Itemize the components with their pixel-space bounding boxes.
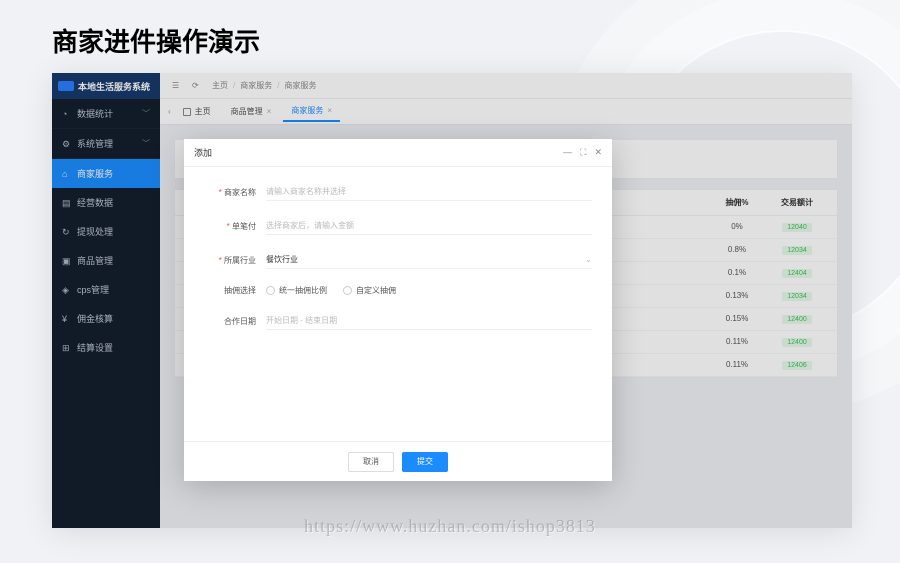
spend-field[interactable]: 选择商家后，请输入金额	[266, 217, 592, 235]
modal-header: 添加 — ⛶ ✕	[184, 139, 612, 167]
radio-icon	[343, 286, 352, 295]
page-title: 商家进件操作演示	[0, 0, 900, 73]
cancel-button[interactable]: 取消	[348, 452, 394, 472]
add-modal: 添加 — ⛶ ✕ * 商家名称请输入商家名称并选择 * 单笔付选择商家后，请输入…	[184, 139, 612, 481]
radio-icon	[266, 286, 275, 295]
rate-radio-group: 统一抽佣比例 自定义抽佣	[266, 285, 396, 296]
maximize-icon[interactable]: ⛶	[580, 147, 586, 158]
merchant-name-field[interactable]: 请输入商家名称并选择	[266, 183, 592, 201]
submit-button[interactable]: 提交	[402, 452, 448, 472]
minimize-icon[interactable]: —	[563, 147, 572, 158]
modal-footer: 取消 提交	[184, 441, 612, 481]
app-window: 本地生活服务系统 ◔数据统计﹀ ⚙系统管理﹀ ⌂商家服务 ▤经营数据 ↻提现处理…	[52, 73, 852, 528]
modal-body: * 商家名称请输入商家名称并选择 * 单笔付选择商家后，请输入金额 * 所属行业…	[184, 167, 612, 441]
chevron-down-icon: ⌄	[585, 255, 592, 264]
rate-radio-custom[interactable]: 自定义抽佣	[343, 285, 396, 296]
date-range-field[interactable]: 开始日期 - 结束日期	[266, 312, 592, 330]
industry-select[interactable]: 餐饮行业⌄	[266, 251, 592, 269]
close-icon[interactable]: ✕	[594, 147, 602, 158]
rate-radio-unified[interactable]: 统一抽佣比例	[266, 285, 327, 296]
modal-title: 添加	[194, 146, 212, 159]
